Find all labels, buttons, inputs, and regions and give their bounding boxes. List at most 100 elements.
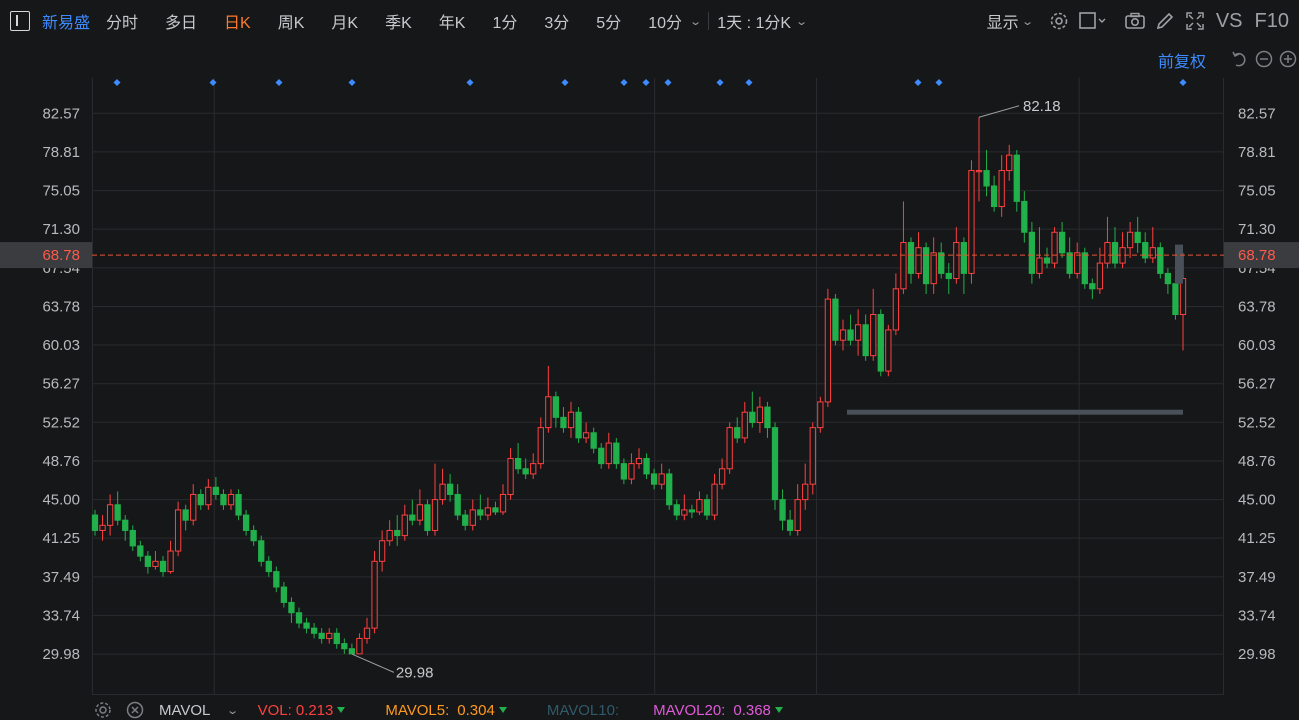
candle-down: [288, 601, 295, 614]
candle-down: [159, 560, 167, 573]
indicator-chevron-icon[interactable]: ⌄: [227, 704, 240, 717]
candle-down: [650, 473, 658, 485]
candle-down: [990, 185, 998, 208]
y-tick-left: 45.00: [42, 492, 80, 509]
candle-down: [273, 571, 280, 588]
candle-up: [975, 170, 983, 173]
candle-down: [734, 427, 741, 439]
candle-down: [446, 483, 454, 495]
min-leader-line: [351, 653, 395, 673]
candle-down: [333, 632, 340, 645]
candle-down: [1157, 247, 1164, 274]
event-marker-icon: [914, 79, 922, 86]
candle-down: [454, 493, 461, 516]
y-tick-left: 48.76: [42, 453, 80, 470]
candle-up: [741, 411, 748, 439]
candle-down: [922, 247, 930, 285]
candle-down: [394, 529, 401, 537]
candle-up: [484, 507, 492, 516]
candle-down: [265, 560, 272, 573]
mavol20-label: MAVOL20:: [653, 701, 726, 719]
candle-up: [386, 529, 393, 542]
candle-down: [303, 622, 310, 629]
candle-up: [711, 483, 718, 516]
candle-down: [1066, 252, 1073, 274]
candlestick-chart[interactable]: 82.57 82.57 78.81 78.81 75.05 75.05 71.30 71.30…: [0, 0, 1299, 720]
candle-down: [295, 612, 303, 624]
candle-up: [378, 540, 386, 562]
indicator-selector[interactable]: MAVOL: [159, 702, 210, 719]
candle-down: [212, 486, 220, 495]
y-tick-right: 71.30: [1238, 221, 1276, 238]
candle-down: [1028, 231, 1036, 274]
settings-icon[interactable]: [93, 701, 113, 719]
mavol5-label: MAVOL5:: [385, 701, 450, 719]
candle-up: [401, 514, 408, 537]
candle-down: [1164, 272, 1172, 285]
candle-down: [318, 632, 325, 639]
candle-up: [953, 242, 960, 280]
candle-up: [1126, 231, 1134, 249]
candle-down: [129, 529, 136, 547]
candle-down: [1058, 231, 1066, 254]
candle-down: [1081, 252, 1088, 285]
candle-down: [877, 314, 884, 372]
candle-up: [839, 329, 847, 341]
candle-down: [220, 493, 227, 506]
candle-down: [122, 519, 129, 531]
y-tick-left: 82.57: [42, 105, 80, 122]
candle-up: [1104, 242, 1111, 264]
y-tick-left: 29.98: [42, 646, 80, 663]
candle-down: [1043, 257, 1051, 264]
candle-down: [771, 427, 779, 501]
candle-up: [499, 493, 507, 513]
candle-up: [106, 504, 114, 526]
candle-down: [1021, 200, 1028, 233]
candle-down: [666, 473, 673, 506]
gap-support-bar: [847, 409, 1183, 415]
candle-up: [892, 288, 900, 331]
candle-up: [900, 242, 907, 290]
candle-down: [613, 442, 620, 465]
mavol20-value: 0.368: [733, 701, 771, 719]
candle-down: [983, 170, 990, 187]
volume-indicator-bar: MAVOL ⌄ VOL: 0.213 MAVOL5: 0.304 MAVOL10…: [0, 700, 1299, 720]
candle-up: [1096, 262, 1104, 290]
candle-up: [605, 442, 612, 465]
candle-up: [802, 483, 809, 501]
candle-down: [688, 509, 696, 513]
candle-down: [1172, 283, 1179, 316]
candle-down: [764, 406, 771, 429]
vol-down-arrow-icon: [337, 707, 346, 713]
candle-down: [960, 242, 968, 274]
candle-up: [794, 499, 801, 531]
candle-up: [227, 493, 235, 506]
close-icon[interactable]: [125, 701, 145, 719]
candle-up: [968, 170, 975, 274]
max-price-label: 82.18: [1023, 98, 1061, 115]
event-marker-icon: [664, 79, 672, 86]
candle-down: [938, 252, 945, 274]
candle-up: [431, 499, 439, 531]
candle-down: [91, 514, 99, 531]
candle-up: [371, 560, 378, 629]
candle-down: [749, 411, 756, 423]
current-price-label-left: 68.78: [42, 247, 80, 264]
mavol5-value: 0.304: [457, 701, 495, 719]
candle-down: [409, 514, 416, 521]
event-marker-icon: [745, 79, 753, 86]
candle-down: [673, 504, 680, 516]
event-marker-icon: [209, 79, 217, 86]
candle-up: [416, 504, 424, 521]
min-price-label: 29.98: [396, 664, 434, 681]
candle-down: [250, 529, 257, 542]
candle-up: [817, 401, 824, 429]
candle-up: [930, 252, 937, 285]
event-marker-icon: [348, 79, 356, 86]
candle-down: [1142, 242, 1149, 259]
candle-up: [998, 170, 1005, 208]
event-marker-icon: [716, 79, 724, 86]
y-tick-right: 41.25: [1238, 530, 1276, 547]
candle-down: [1089, 283, 1096, 290]
candle-down: [341, 643, 348, 650]
